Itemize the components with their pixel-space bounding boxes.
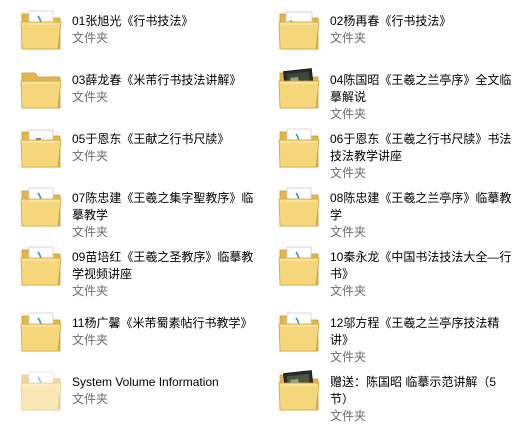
folder-icon — [18, 6, 64, 52]
folder-content-view: 01张旭光《行书技法》 文件夹 02杨再春《行书技法》 文件夹 03薛龙春《米芾行书… — [0, 0, 516, 435]
folder-type-label: 文件夹 — [72, 90, 109, 104]
folder-item[interactable]: 04陈国昭《王羲之兰亭序》全文临摹解说文件夹 — [262, 63, 516, 123]
folder-item-text: 10秦永龙《中国书法技法大全—行书》文件夹 — [330, 249, 512, 300]
folder-name: 03薛龙春《米芾行书技法讲解》 — [72, 73, 242, 87]
folder-item[interactable]: 01张旭光《行书技法》 文件夹 — [4, 4, 259, 64]
folder-video-icon — [276, 6, 322, 52]
folder-icon — [276, 124, 322, 170]
folder-type-label: 文件夹 — [330, 284, 367, 298]
folder-type-label: 文件夹 — [330, 350, 367, 364]
folder-icon — [276, 242, 322, 288]
folder-name: System Volume Information — [72, 375, 219, 389]
folder-icon — [276, 183, 322, 229]
folder-type-label: 文件夹 — [72, 392, 109, 406]
folder-item-text: 02杨再春《行书技法》 文件夹 — [330, 13, 512, 47]
folder-item-text: 01张旭光《行书技法》 文件夹 — [72, 13, 254, 47]
folder-type-label: 文件夹 — [72, 333, 109, 347]
folder-type-label: 文件夹 — [330, 409, 367, 423]
folder-icon — [18, 124, 64, 170]
folder-item-text: 07陈忠建《王羲之集字聖教序》临摹教学文件夹 — [72, 190, 254, 241]
folder-item[interactable]: System Volume Information 文件夹 — [4, 365, 259, 425]
folder-item-text: 09苗培红《王羲之圣教序》临摹教学视频讲座文件夹 — [72, 249, 254, 300]
folder-name: 01张旭光《行书技法》 — [72, 14, 194, 28]
folder-icon — [18, 183, 64, 229]
folder-icon — [18, 308, 64, 354]
folder-item[interactable]: 12邬方程《王羲之兰亭序技法精讲》文件夹 — [262, 306, 516, 366]
folder-name: 02杨再春《行书技法》 — [330, 14, 452, 28]
folder-name: 04陈国昭《王羲之兰亭序》全文临摹解说 — [330, 73, 512, 104]
folder-item[interactable]: 08陈忠建《王羲之兰亭序》临摹教学文件夹 — [262, 181, 516, 241]
folder-item-text: 赠送：陈国昭 临摹示范讲解（5节） 文件夹 — [330, 374, 512, 425]
folder-item[interactable]: 09苗培红《王羲之圣教序》临摹教学视频讲座文件夹 — [4, 240, 259, 300]
folder-name: 09苗培红《王羲之圣教序》临摹教学视频讲座 — [72, 250, 254, 281]
folder-type-label: 文件夹 — [330, 225, 367, 239]
folder-name: 07陈忠建《王羲之集字聖教序》临摹教学 — [72, 191, 254, 222]
folder-name: 08陈忠建《王羲之兰亭序》临摹教学 — [330, 191, 512, 222]
folder-item-text: 11杨广馨《米芾蜀素帖行书教学》 文件夹 — [72, 315, 254, 349]
folder-name: 12邬方程《王羲之兰亭序技法精讲》 — [330, 316, 500, 347]
folder-item[interactable]: 03薛龙春《米芾行书技法讲解》 文件夹 — [4, 63, 259, 123]
folder-icon — [18, 242, 64, 288]
folder-item-text: 04陈国昭《王羲之兰亭序》全文临摹解说文件夹 — [330, 72, 512, 123]
folder-item-text: 05于恩东《王献之行书尺牍》 文件夹 — [72, 131, 254, 165]
folder-name: 11杨广馨《米芾蜀素帖行书教学》 — [72, 316, 253, 330]
folder-item[interactable]: 赠送：陈国昭 临摹示范讲解（5节） 文件夹 — [262, 365, 516, 425]
folder-item[interactable]: 05于恩东《王献之行书尺牍》 文件夹 — [4, 122, 259, 182]
folder-name: 05于恩东《王献之行书尺牍》 — [72, 132, 230, 146]
folder-icon — [276, 308, 322, 354]
folder-item-text: System Volume Information 文件夹 — [72, 374, 254, 408]
folder-image-icon — [276, 65, 322, 111]
folder-type-label: 文件夹 — [72, 225, 109, 239]
folder-item[interactable]: 10秦永龙《中国书法技法大全—行书》文件夹 — [262, 240, 516, 300]
folder-item[interactable]: 07陈忠建《王羲之集字聖教序》临摹教学文件夹 — [4, 181, 259, 241]
folder-item-text: 03薛龙春《米芾行书技法讲解》 文件夹 — [72, 72, 254, 106]
folder-type-label: 文件夹 — [330, 107, 367, 121]
folder-name: 赠送：陈国昭 临摹示范讲解（5节） — [330, 375, 497, 406]
folder-type-label: 文件夹 — [72, 149, 109, 163]
folder-item-text: 12邬方程《王羲之兰亭序技法精讲》文件夹 — [330, 315, 512, 366]
folder-type-label: 文件夹 — [72, 284, 109, 298]
folder-item-text: 08陈忠建《王羲之兰亭序》临摹教学文件夹 — [330, 190, 512, 241]
folder-item-text: 06于恩东《王羲之行书尺牍》书法技法教学讲座文件夹 — [330, 131, 512, 182]
folder-type-label: 文件夹 — [330, 166, 367, 180]
folder-item[interactable]: 06于恩东《王羲之行书尺牍》书法技法教学讲座文件夹 — [262, 122, 516, 182]
folder-type-label: 文件夹 — [72, 31, 109, 45]
folder-item[interactable]: 11杨广馨《米芾蜀素帖行书教学》 文件夹 — [4, 306, 259, 366]
folder-type-label: 文件夹 — [330, 31, 367, 45]
folder-icon — [18, 65, 64, 111]
folder-image-icon — [276, 367, 322, 413]
folder-item[interactable]: 02杨再春《行书技法》 文件夹 — [262, 4, 516, 64]
folder-name: 06于恩东《王羲之行书尺牍》书法技法教学讲座 — [330, 132, 512, 163]
folder-name: 10秦永龙《中国书法技法大全—行书》 — [330, 250, 512, 281]
folder-icon — [18, 367, 64, 413]
